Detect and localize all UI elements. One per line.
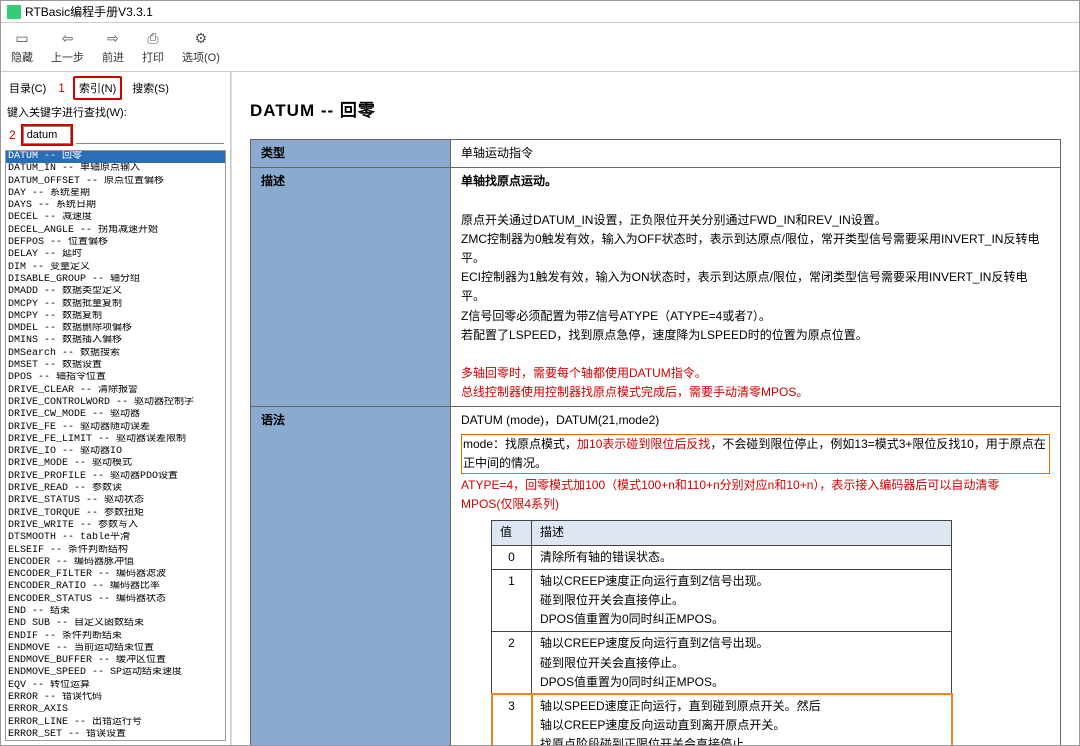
list-item[interactable]: DRIVE_FE_LIMIT -- 驱动器误差限制	[6, 434, 225, 446]
list-item[interactable]: EQV -- 转位运算	[6, 680, 225, 692]
options-button[interactable]: ⚙选项(O)	[182, 29, 220, 65]
list-item[interactable]: DRIVE_CONTROLWORD -- 驱动器控制字	[6, 397, 225, 409]
list-item[interactable]: DMADD -- 数据类型定义	[6, 286, 225, 298]
list-item[interactable]: END SUB -- 自定义函数结束	[6, 618, 225, 630]
list-item[interactable]: ERROR -- 错误代码	[6, 692, 225, 704]
list-item[interactable]: ENDMOVE -- 当前运动结束位置	[6, 643, 225, 655]
back-button[interactable]: ⇦上一步	[51, 29, 84, 65]
list-item[interactable]: DMCPY -- 数据复制	[6, 311, 225, 323]
search-input[interactable]	[23, 126, 71, 144]
list-item[interactable]: DRIVE_PROFILE -- 驱动器PDO设置	[6, 471, 225, 483]
list-item[interactable]: DMCPY -- 数据批量复制	[6, 299, 225, 311]
list-item[interactable]: DMDEL -- 数据删除项偏移	[6, 323, 225, 335]
desc-line: Z信号回零必须配置为带Z信号ATYPE（ATYPE=4或者7）。	[461, 307, 1050, 326]
app-icon	[7, 5, 21, 19]
info-table: 类型 单轴运动指令 描述 单轴找原点运动。 原点开关通过DATUM_IN设置，正…	[250, 139, 1061, 745]
list-item[interactable]: ENCODER_STATUS -- 编码器状态	[6, 594, 225, 606]
list-item[interactable]: ENCODER -- 编码器脉冲值	[6, 557, 225, 569]
annotation-1: 1	[58, 81, 65, 95]
type-value: 单轴运动指令	[451, 140, 1061, 168]
hide-button[interactable]: ▭隐藏	[11, 29, 33, 65]
forward-icon: ⇨	[104, 29, 122, 47]
table-row: 0清除所有轴的错误状态。	[492, 545, 952, 569]
list-item[interactable]: DRIVE_CLEAR -- 清除报警	[6, 385, 225, 397]
desc-label: 描述	[251, 168, 451, 407]
list-item[interactable]: ENCODER_RATIO -- 编码器比率	[6, 581, 225, 593]
list-item[interactable]: END -- 结束	[6, 606, 225, 618]
syntax-line: DATUM (mode)，DATUM(21,mode2)	[461, 411, 1050, 430]
list-item[interactable]: DEFPOS -- 位置偏移	[6, 237, 225, 249]
tab-search[interactable]: 搜索(S)	[128, 78, 173, 98]
content-pane: DATUM -- 回零 类型 单轴运动指令 描述 单轴找原点运动。 原点开关	[231, 72, 1079, 745]
list-item[interactable]: ENCODER_FILTER -- 编码器滤波	[6, 569, 225, 581]
list-item[interactable]: DRIVE_FE -- 驱动器随动误差	[6, 422, 225, 434]
list-item[interactable]: DISABLE_GROUP -- 轴分组	[6, 274, 225, 286]
desc-line: 若配置了LSPEED，找到原点急停，速度降为LSPEED时的位置为原点位置。	[461, 326, 1050, 345]
table-row: 2轴以CREEP速度反向运行直到Z信号出现。碰到限位开关会直接停止。DPOS值重…	[492, 632, 952, 695]
sidebar: 目录(C) 1 索引(N) 搜索(S) 键入关键字进行查找(W): 2 DATU…	[1, 72, 231, 745]
back-icon: ⇦	[59, 29, 77, 47]
desc-warning: 多轴回零时，需要每个轴都使用DATUM指令。	[461, 364, 1050, 383]
list-item[interactable]: DELAY -- 延时	[6, 249, 225, 261]
list-item[interactable]: DAY -- 系统星期	[6, 188, 225, 200]
annotation-2: 2	[9, 128, 16, 142]
search-label: 键入关键字进行查找(W):	[1, 102, 230, 122]
index-list[interactable]: DATUM -- 回零DATUM_IN -- 单轴原点输入DATUM_OFFSE…	[5, 150, 226, 741]
list-item[interactable]: DATUM -- 回零	[6, 151, 225, 163]
table-row: 3轴以SPEED速度正向运行，直到碰到原点开关。然后轴以CREEP速度反向运动直…	[492, 694, 952, 745]
sidebar-tabs: 目录(C) 1 索引(N) 搜索(S)	[1, 72, 230, 102]
list-item[interactable]: DPOS -- 轴指令位置	[6, 372, 225, 384]
window-title: RTBasic编程手册V3.3.1	[25, 3, 153, 20]
list-item[interactable]: ERROR_AXIS	[6, 704, 225, 716]
print-icon: ⎙	[144, 29, 162, 47]
desc-line: ZMC控制器为0触发有效，输入为OFF状态时，表示到达原点/限位，常开类型信号需…	[461, 230, 1050, 268]
list-item[interactable]: DRIVE_TORQUE -- 参数扭矩	[6, 508, 225, 520]
mode-box: mode：找原点模式，加10表示碰到限位后反找，不会碰到限位停止，例如13=模式…	[461, 434, 1050, 474]
hide-icon: ▭	[13, 29, 31, 47]
syntax-label: 语法	[251, 407, 451, 745]
options-icon: ⚙	[192, 29, 210, 47]
type-label: 类型	[251, 140, 451, 168]
list-item[interactable]: DMSearch -- 数据搜索	[6, 348, 225, 360]
list-item[interactable]: ERROR_SET -- 错误设置	[6, 729, 225, 741]
toolbar: ▭隐藏 ⇦上一步 ⇨前进 ⎙打印 ⚙选项(O)	[1, 23, 1079, 72]
syntax-value: DATUM (mode)，DATUM(21,mode2) mode：找原点模式，…	[451, 407, 1061, 745]
tab-contents[interactable]: 目录(C)	[5, 78, 50, 98]
list-item[interactable]: ELSEIF -- 条件判断结构	[6, 545, 225, 557]
desc-line: 原点开关通过DATUM_IN设置，正负限位开关分别通过FWD_IN和REV_IN…	[461, 211, 1050, 230]
print-button[interactable]: ⎙打印	[142, 29, 164, 65]
desc-bold: 单轴找原点运动。	[461, 174, 557, 188]
list-item[interactable]: DATUM_OFFSET -- 原点位置偏移	[6, 176, 225, 188]
desc-value: 单轴找原点运动。 原点开关通过DATUM_IN设置，正负限位开关分别通过FWD_…	[451, 168, 1061, 407]
desc-warning: 总线控制器使用控制器找原点模式完成后，需要手动清零MPOS。	[461, 383, 1050, 402]
list-item[interactable]: DMINS -- 数据插入偏移	[6, 335, 225, 347]
list-item[interactable]: DAYS -- 系统日期	[6, 200, 225, 212]
list-item[interactable]: DRIVE_MODE -- 驱动模式	[6, 458, 225, 470]
list-item[interactable]: DRIVE_READ -- 参数读	[6, 483, 225, 495]
forward-button[interactable]: ⇨前进	[102, 29, 124, 65]
list-item[interactable]: DRIVE_CW_MODE -- 驱动器	[6, 409, 225, 421]
list-item[interactable]: DATUM_IN -- 单轴原点输入	[6, 163, 225, 175]
list-item[interactable]: DECEL -- 减速度	[6, 212, 225, 224]
titlebar: RTBasic编程手册V3.3.1	[1, 1, 1079, 23]
list-item[interactable]: ENDMOVE_SPEED -- SP运动结束速度	[6, 667, 225, 679]
list-item[interactable]: ENDMOVE_BUFFER -- 缓冲区位置	[6, 655, 225, 667]
mode-table: 值描述 0清除所有轴的错误状态。1轴以CREEP速度正向运行直到Z信号出现。碰到…	[491, 520, 952, 745]
tab-index[interactable]: 索引(N)	[73, 76, 122, 100]
list-item[interactable]: DRIVE_WRITE -- 参数写入	[6, 520, 225, 532]
list-item[interactable]: DTSMOOTH -- table平滑	[6, 532, 225, 544]
page-title: DATUM -- 回零	[250, 96, 1061, 121]
list-item[interactable]: DECEL_ANGLE -- 拐角减速开始	[6, 225, 225, 237]
table-row: 1轴以CREEP速度正向运行直到Z信号出现。碰到限位开关会直接停止。DPOS值重…	[492, 569, 952, 632]
list-item[interactable]: DMSET -- 数据设置	[6, 360, 225, 372]
atype-note: ATYPE=4，回零模式加100（模式100+n和110+n分别对应n和10+n…	[461, 476, 1050, 514]
list-item[interactable]: ERROR_LINE -- 出错运行号	[6, 717, 225, 729]
list-item[interactable]: DRIVE_STATUS -- 驱动状态	[6, 495, 225, 507]
list-item[interactable]: DRIVE_IO -- 驱动器IO	[6, 446, 225, 458]
list-item[interactable]: ENDIF -- 条件判断结束	[6, 631, 225, 643]
desc-line: ECI控制器为1触发有效，输入为ON状态时，表示到达原点/限位，常闭类型信号需要…	[461, 268, 1050, 306]
list-item[interactable]: DIM -- 变量定义	[6, 262, 225, 274]
